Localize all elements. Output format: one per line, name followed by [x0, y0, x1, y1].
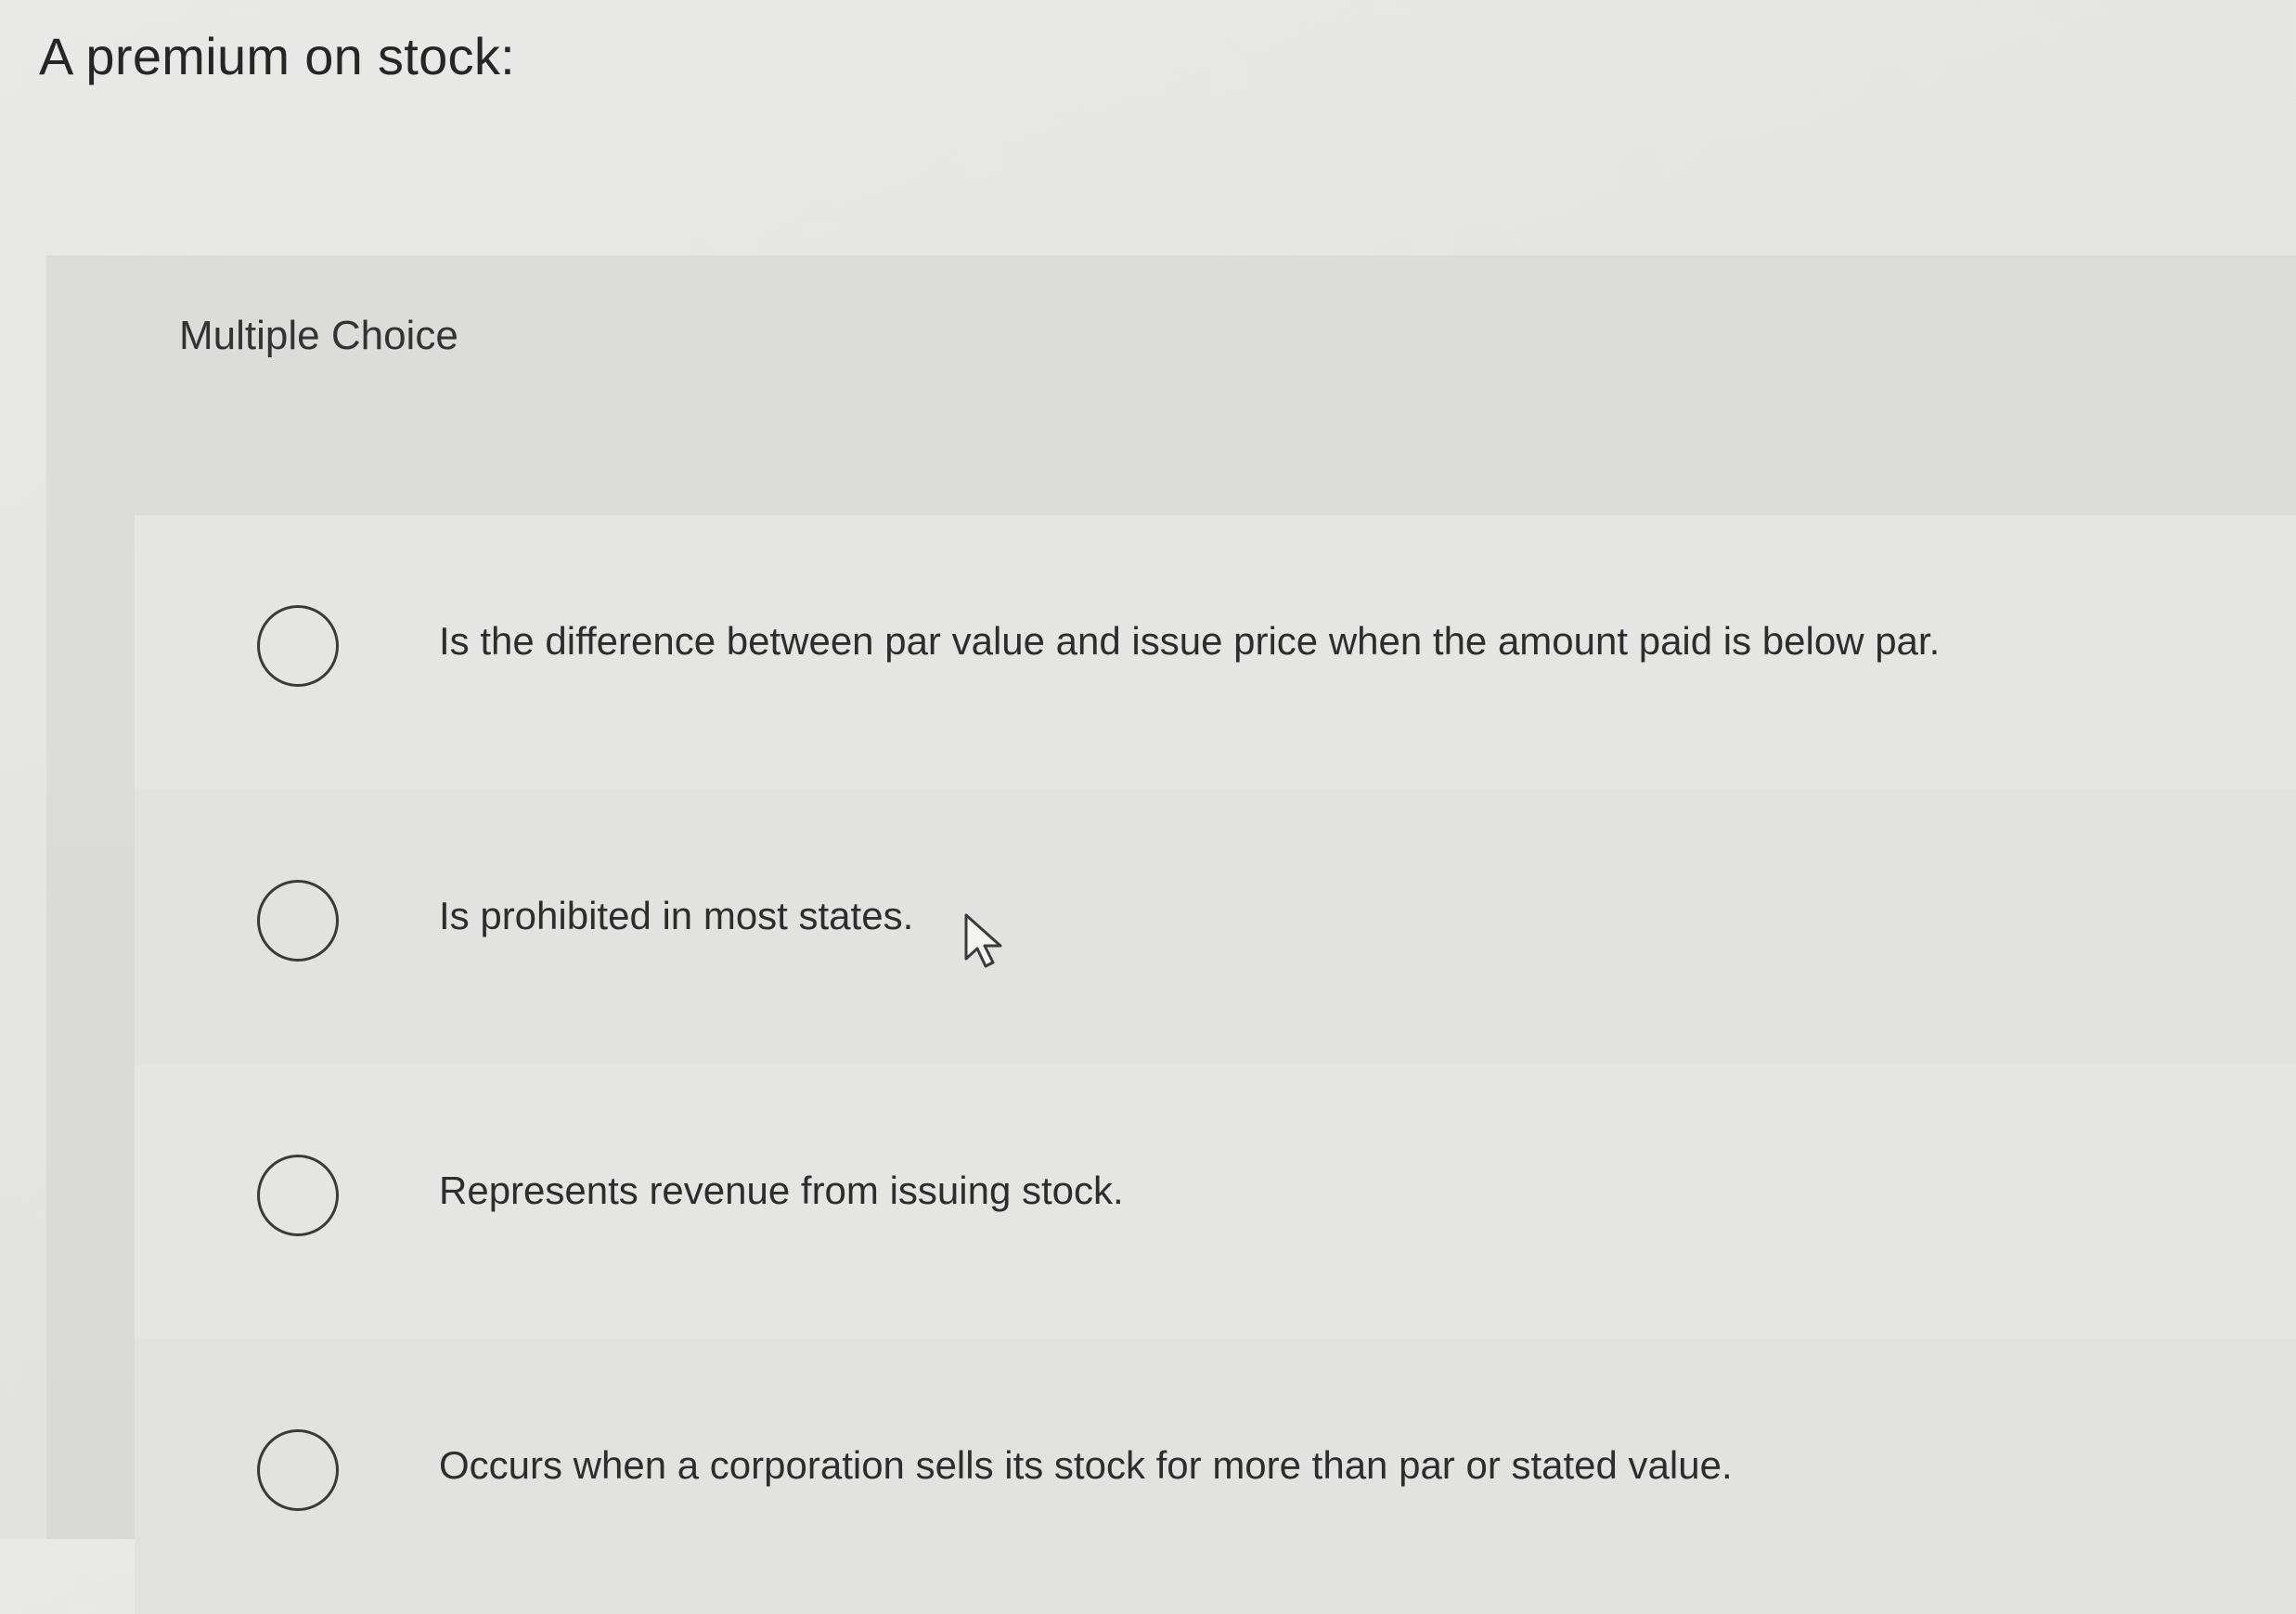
answer-options-list: Is the difference between par value and …: [135, 515, 2296, 1614]
radio-button-icon[interactable]: [257, 1155, 339, 1236]
answer-option-1[interactable]: Is the difference between par value and …: [135, 515, 2296, 790]
question-type-label: Multiple Choice: [179, 313, 458, 358]
radio-button-icon[interactable]: [257, 1429, 339, 1511]
answer-option-2[interactable]: Is prohibited in most states.: [135, 790, 2296, 1065]
answer-option-text: Is prohibited in most states.: [439, 894, 914, 937]
radio-button-icon[interactable]: [257, 880, 339, 962]
answer-option-text: Is the difference between par value and …: [439, 619, 1941, 663]
answer-option-text: Represents revenue from issuing stock.: [439, 1169, 1124, 1212]
answer-option-text: Occurs when a corporation sells its stoc…: [439, 1443, 1733, 1487]
question-prompt: A premium on stock:: [39, 27, 516, 85]
arrow-cursor-icon: [964, 913, 1002, 968]
answer-option-4[interactable]: Occurs when a corporation sells its stoc…: [135, 1339, 2296, 1614]
answer-option-3[interactable]: Represents revenue from issuing stock.: [135, 1065, 2296, 1339]
radio-button-icon[interactable]: [257, 605, 339, 687]
multiple-choice-panel: Multiple Choice Is the difference betwee…: [46, 255, 2296, 1614]
